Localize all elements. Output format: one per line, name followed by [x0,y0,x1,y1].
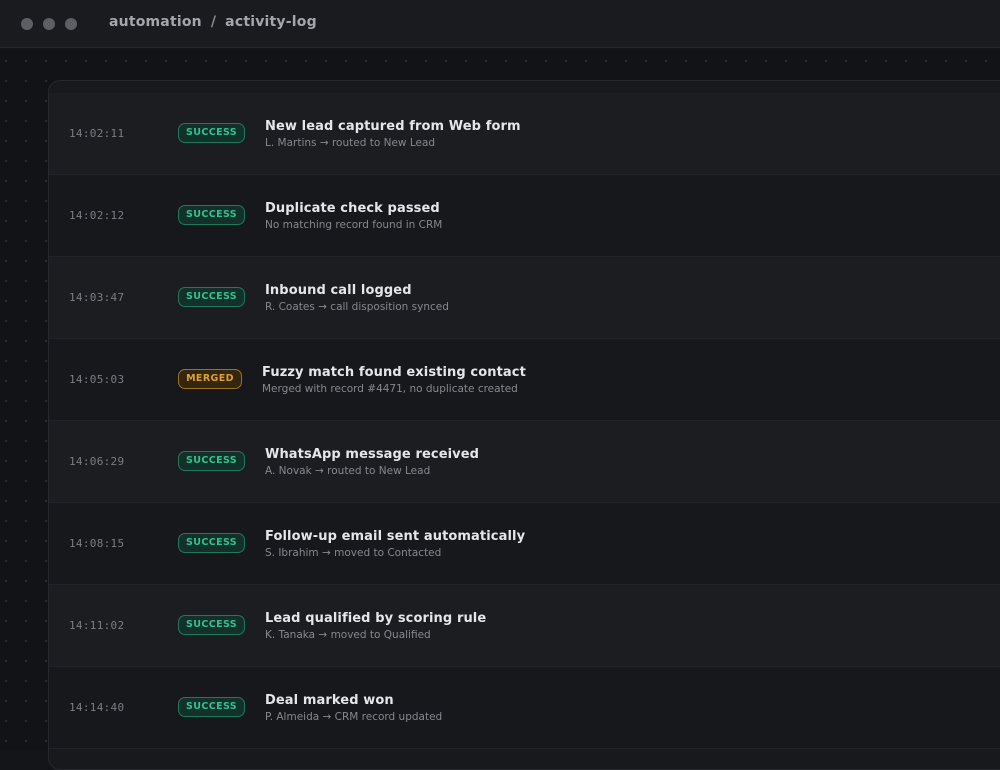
log-title: Deal marked won [265,693,394,708]
log-detail: L. Martins → routed to New Lead [265,137,436,149]
status-badge: SUCCESS [178,123,245,143]
breadcrumb-separator: / [210,14,217,30]
log-row[interactable]: 14:11:02 SUCCESS Lead qualified by scori… [49,585,1000,667]
log-row[interactable]: 14:02:11 SUCCESS New lead captured from … [49,93,1000,175]
log-title: Fuzzy match found existing contact [262,365,526,380]
log-row[interactable]: 14:08:15 SUCCESS Follow-up email sent au… [49,503,1000,585]
title-bar: automation / activity-log [0,0,1000,48]
log-row[interactable]: 14:03:47 SUCCESS Inbound call logged R. … [49,257,1000,339]
log-row[interactable]: 14:05:03 MERGED Fuzzy match found existi… [49,339,1000,421]
log-time: 14:08:15 [69,537,125,550]
log-title: Follow-up email sent automatically [265,529,526,544]
log-title: Lead qualified by scoring rule [265,611,487,626]
status-badge: SUCCESS [178,451,245,471]
log-time: 14:03:47 [69,291,125,304]
log-time: 14:05:03 [69,373,125,386]
log-detail: P. Almeida → CRM record updated [265,711,443,723]
log-row[interactable]: 14:02:12 SUCCESS Duplicate check passed … [49,175,1000,257]
window-minimize-dot[interactable] [43,18,55,30]
log-title: WhatsApp message received [265,447,480,462]
status-badge: SUCCESS [178,697,245,717]
log-time: 14:02:11 [69,127,125,140]
log-detail: A. Novak → routed to New Lead [265,465,431,477]
breadcrumb-activity-log[interactable]: activity-log [225,14,317,30]
log-title: Duplicate check passed [265,201,440,216]
status-badge: SUCCESS [178,533,245,553]
log-row[interactable]: 14:14:40 SUCCESS Deal marked won P. Alme… [49,667,1000,749]
log-detail: Merged with record #4471, no duplicate c… [262,383,518,395]
window-close-dot[interactable] [21,18,33,30]
log-time: 14:02:12 [69,209,125,222]
breadcrumb-automation[interactable]: automation [109,14,202,30]
log-detail: S. Ibrahim → moved to Contacted [265,547,442,559]
window-maximize-dot[interactable] [65,18,77,30]
log-time: 14:11:02 [69,619,125,632]
log-row[interactable]: 14:06:29 SUCCESS WhatsApp message receiv… [49,421,1000,503]
status-badge: MERGED [178,369,242,389]
activity-log-panel: 14:02:11 SUCCESS New lead captured from … [48,80,1000,770]
status-badge: SUCCESS [178,615,245,635]
log-title: Inbound call logged [265,283,412,298]
breadcrumb: automation / activity-log [109,14,317,30]
log-title: New lead captured from Web form [265,119,521,134]
log-time: 14:14:40 [69,701,125,714]
status-badge: SUCCESS [178,287,245,307]
status-badge: SUCCESS [178,205,245,225]
log-detail: K. Tanaka → moved to Qualified [265,629,431,641]
log-detail: R. Coates → call disposition synced [265,301,449,313]
log-detail: No matching record found in CRM [265,219,443,231]
log-time: 14:06:29 [69,455,125,468]
